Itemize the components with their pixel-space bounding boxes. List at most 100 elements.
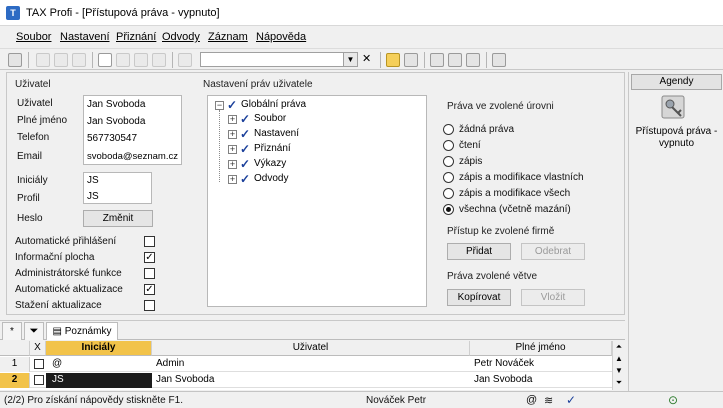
save-all-icon[interactable] <box>152 53 166 67</box>
scroll-top-icon[interactable]: ⏶ <box>613 341 625 353</box>
download-update-checkbox[interactable] <box>144 300 155 311</box>
tab-all[interactable]: * <box>2 322 22 340</box>
row-checkbox[interactable] <box>34 375 44 385</box>
admin-functions-checkbox[interactable] <box>144 268 155 279</box>
checkmark-icon[interactable]: ✓ <box>566 393 576 407</box>
level-section-title: Práva ve zvolené úrovni <box>447 101 554 112</box>
delete-icon[interactable] <box>178 53 192 67</box>
rights-section-title: Nastavení práv uživatele <box>203 79 313 90</box>
level-radio-all[interactable] <box>443 204 454 215</box>
column-header-user[interactable]: Uživatel <box>152 341 470 356</box>
column-header-full-name[interactable]: Plné jméno <box>470 341 612 356</box>
tree-node-odvody[interactable]: + ✓ Odvody <box>224 172 404 187</box>
keys-icon[interactable] <box>659 94 689 122</box>
auto-login-checkbox[interactable] <box>144 236 155 247</box>
expand-icon[interactable]: + <box>228 175 237 184</box>
level-option-label: zápis <box>459 156 483 167</box>
tree-node-vykazy[interactable]: + ✓ Výkazy <box>224 157 404 172</box>
tree-guide-line <box>219 110 220 182</box>
scroll-bottom-icon[interactable]: ⏷ <box>613 377 625 389</box>
cell-initials: JS <box>46 373 152 388</box>
initials-profile-box[interactable]: JS JS <box>83 172 152 204</box>
level-radio-read[interactable] <box>443 140 454 151</box>
auto-update-checkbox[interactable]: ✓ <box>144 284 155 295</box>
chevron-down-icon[interactable]: ▼ <box>343 53 357 66</box>
checkmark-icon: ✓ <box>227 98 238 112</box>
rights-tree[interactable]: − ✓ Globální práva + ✓ Soubor + ✓ Nastav… <box>207 95 427 307</box>
copy-record-icon[interactable] <box>36 53 50 67</box>
folder-icon[interactable] <box>386 53 400 67</box>
expand-icon[interactable]: + <box>228 160 237 169</box>
menu-napoveda[interactable]: Nápověda <box>256 31 306 43</box>
tab-notes[interactable]: ▤ Poznámky <box>46 322 118 340</box>
menu-nastaveni[interactable]: Nastavení <box>60 31 110 43</box>
status-text: (2/2) Pro získání nápovědy stiskněte F1. <box>4 395 183 406</box>
tree-node-nastaveni[interactable]: + ✓ Nastavení <box>224 127 404 142</box>
menu-odvody[interactable]: Odvody <box>162 31 200 43</box>
window-split-icon[interactable] <box>448 53 462 67</box>
paste-rights-button[interactable]: Vložit <box>521 289 585 306</box>
user-label: Uživatel <box>17 98 53 109</box>
tree-node-root[interactable]: − ✓ Globální práva <box>211 98 411 113</box>
user-settings-panel: Uživatel Uživatel Plné jméno Telefon Ema… <box>6 72 625 315</box>
level-option-label: čtení <box>459 140 481 151</box>
menu-zaznam[interactable]: Záznam <box>208 31 248 43</box>
edit-icon[interactable] <box>116 53 130 67</box>
detail-tabs: * ⏷ ▤ Poznámky <box>0 320 625 340</box>
tools-icon[interactable] <box>492 53 506 67</box>
signal-icon[interactable]: ≋ <box>544 394 553 407</box>
row-number: 1 <box>0 357 30 372</box>
row-checkbox[interactable] <box>34 359 44 369</box>
expand-icon[interactable]: + <box>228 115 237 124</box>
level-radio-write[interactable] <box>443 156 454 167</box>
add-access-button[interactable]: Přidat <box>447 243 511 260</box>
grid-scrollbar[interactable]: ⏶ ▲ ▼ ⏷ <box>612 341 625 390</box>
menu-priznani[interactable]: Přiznání <box>116 31 156 43</box>
new-record-icon[interactable] <box>98 53 112 67</box>
window-list-icon[interactable] <box>466 53 480 67</box>
cell-full-name: Petr Nováček <box>474 358 535 369</box>
copy-rights-button[interactable]: Kopírovat <box>447 289 511 306</box>
window-icon[interactable] <box>430 53 444 67</box>
level-radio-write-all[interactable] <box>443 188 454 199</box>
print-icon[interactable] <box>54 53 68 67</box>
info-panel-checkbox[interactable]: ✓ <box>144 252 155 263</box>
filter-icon[interactable]: ⏷ <box>24 322 44 340</box>
table-row-selected[interactable]: 2 JS Jan Svoboda Jan Svoboda <box>0 373 612 388</box>
remove-access-button[interactable]: Odebrat <box>521 243 585 260</box>
expand-icon[interactable]: + <box>228 145 237 154</box>
option-label-admin: Administrátorské funkce <box>15 268 122 279</box>
tree-node-priznani[interactable]: + ✓ Přiznání <box>224 142 404 157</box>
level-radio-write-own[interactable] <box>443 172 454 183</box>
users-grid[interactable]: X Iniciály Uživatel Plné jméno 1 @ Admin… <box>0 341 625 390</box>
tree-node-soubor[interactable]: + ✓ Soubor <box>224 112 404 127</box>
toolbar-separator <box>486 52 487 68</box>
scroll-up-icon[interactable]: ▲ <box>613 353 625 365</box>
level-radio-none[interactable] <box>443 124 454 135</box>
agendy-header[interactable]: Agendy <box>631 74 722 90</box>
agendy-item-label[interactable]: Přístupová práva - vypnuto <box>633 126 720 150</box>
column-header-initials[interactable]: Iniciály <box>46 341 152 356</box>
option-label-download-update: Stažení aktualizace <box>15 300 102 311</box>
user-value: Jan Svoboda <box>87 99 146 110</box>
collapse-icon[interactable]: − <box>215 101 224 110</box>
clear-filter-icon[interactable]: ✕ <box>362 52 376 66</box>
change-password-button[interactable]: Změnit <box>83 210 153 227</box>
search-icon[interactable] <box>8 53 22 67</box>
at-sign-icon[interactable]: @ <box>526 394 537 406</box>
calculator-icon[interactable] <box>404 53 418 67</box>
save-icon[interactable] <box>134 53 148 67</box>
option-label-auto-update: Automatické aktualizace <box>15 284 123 295</box>
user-details-box[interactable]: Jan Svoboda Jan Svoboda 567730547 svobod… <box>83 95 182 165</box>
initials-value: JS <box>87 175 99 186</box>
level-option-label: zápis a modifikace všech <box>459 188 571 199</box>
expand-icon[interactable]: + <box>228 130 237 139</box>
scroll-down-icon[interactable]: ▼ <box>613 365 625 377</box>
record-filter-combo[interactable]: ▼ <box>200 52 358 67</box>
table-row[interactable]: 1 @ Admin Petr Nováček <box>0 357 612 372</box>
agendy-panel: Agendy Přístupová práva - vypnuto <box>628 72 723 400</box>
email-value: svoboda@seznam.cz <box>87 151 178 162</box>
preview-icon[interactable] <box>72 53 86 67</box>
menu-soubor[interactable]: Soubor <box>16 31 51 43</box>
column-header-x[interactable]: X <box>30 341 46 356</box>
